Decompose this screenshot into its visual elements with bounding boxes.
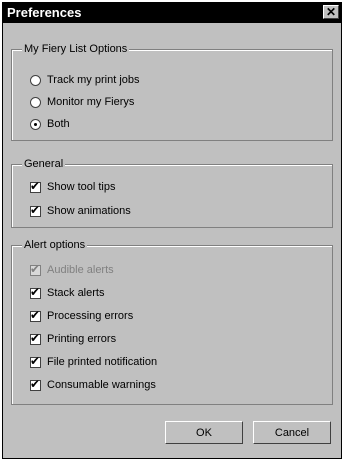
close-icon: ✕ bbox=[325, 5, 337, 19]
checkbox[interactable]: ✔ bbox=[30, 353, 41, 368]
radio-button-selected[interactable] bbox=[30, 118, 41, 130]
list-options-legend: My Fiery List Options bbox=[22, 42, 130, 56]
radio-track-print-jobs[interactable]: Track my print jobs bbox=[30, 72, 140, 88]
general-legend: General bbox=[22, 157, 66, 171]
checkmark-icon: ✔ bbox=[30, 284, 41, 299]
check-printing-errors[interactable]: ✔ Printing errors bbox=[30, 331, 116, 347]
preferences-dialog: Preferences ✕ My Fiery List Options Trac… bbox=[2, 2, 342, 459]
checkmark-icon: ✔ bbox=[30, 353, 41, 368]
general-group: General ✔ Show tool tips ✔ Show animatio… bbox=[11, 157, 333, 228]
checkmark-icon: ✔ bbox=[30, 376, 41, 391]
checkmark-icon: ✔ bbox=[30, 202, 41, 217]
checkmark-icon: ✔ bbox=[30, 330, 41, 345]
checkbox-label: Printing errors bbox=[47, 333, 117, 345]
radio-label: Both bbox=[47, 118, 70, 130]
radio-button[interactable] bbox=[30, 74, 41, 86]
checkbox[interactable]: ✔ bbox=[30, 178, 41, 193]
check-show-tool-tips[interactable]: ✔ Show tool tips bbox=[30, 179, 115, 195]
radio-button[interactable] bbox=[30, 96, 41, 108]
checkmark-icon: ✔ bbox=[30, 178, 41, 193]
checkbox[interactable]: ✔ bbox=[30, 307, 41, 322]
checkbox-label: Show animations bbox=[47, 205, 131, 217]
checkbox-label: Consumable warnings bbox=[47, 379, 156, 391]
radio-monitor-fierys[interactable]: Monitor my Fierys bbox=[30, 94, 134, 110]
check-file-printed-notification[interactable]: ✔ File printed notification bbox=[30, 354, 157, 370]
checkbox-label: Stack alerts bbox=[47, 287, 105, 299]
checkbox[interactable]: ✔ bbox=[30, 284, 41, 299]
checkbox-label: File printed notification bbox=[47, 356, 158, 368]
ok-button[interactable]: OK bbox=[165, 421, 243, 444]
checkmark-icon: ✔ bbox=[30, 307, 41, 322]
checkbox-label: Show tool tips bbox=[47, 181, 116, 193]
title-bar: Preferences ✕ bbox=[3, 3, 341, 23]
checkbox[interactable]: ✔ bbox=[30, 330, 41, 345]
checkbox-label: Processing errors bbox=[47, 310, 134, 322]
checkbox-disabled: ✔ bbox=[30, 261, 41, 276]
dialog-title: Preferences bbox=[7, 5, 82, 20]
check-consumable-warnings[interactable]: ✔ Consumable warnings bbox=[30, 377, 156, 393]
alert-options-group: Alert options ✔ Audible alerts ✔ Stack a… bbox=[11, 238, 333, 405]
list-options-group: My Fiery List Options Track my print job… bbox=[11, 42, 333, 141]
close-button[interactable]: ✕ bbox=[323, 5, 339, 19]
checkbox-label: Audible alerts bbox=[47, 264, 114, 276]
check-show-animations[interactable]: ✔ Show animations bbox=[30, 203, 131, 219]
check-processing-errors[interactable]: ✔ Processing errors bbox=[30, 308, 133, 324]
check-stack-alerts[interactable]: ✔ Stack alerts bbox=[30, 285, 104, 301]
check-audible-alerts: ✔ Audible alerts bbox=[30, 262, 114, 278]
alert-options-legend: Alert options bbox=[22, 238, 88, 252]
checkbox[interactable]: ✔ bbox=[30, 376, 41, 391]
cancel-button[interactable]: Cancel bbox=[253, 421, 331, 444]
checkbox[interactable]: ✔ bbox=[30, 202, 41, 217]
radio-label: Monitor my Fierys bbox=[47, 96, 135, 108]
checkmark-icon: ✔ bbox=[30, 261, 41, 276]
radio-label: Track my print jobs bbox=[47, 74, 140, 86]
radio-both[interactable]: Both bbox=[30, 116, 70, 132]
